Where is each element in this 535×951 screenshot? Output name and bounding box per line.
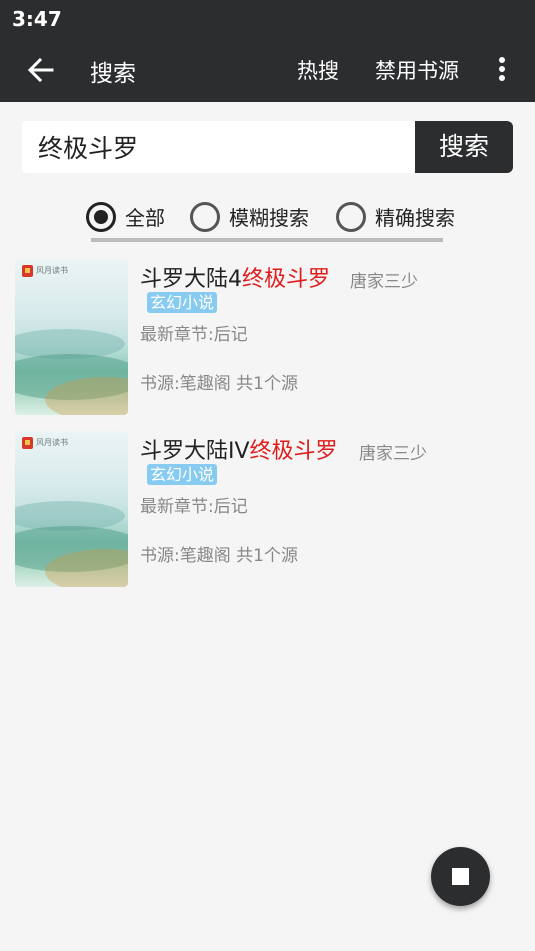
book-cover: 风月读书 bbox=[15, 259, 128, 415]
status-bar: 3:47 bbox=[0, 0, 535, 38]
search-button[interactable]: 搜索 bbox=[415, 121, 513, 173]
cover-brand: 风月读书 bbox=[36, 266, 68, 275]
category-tag: 玄幻小说 bbox=[147, 464, 218, 485]
radio-unchecked-icon bbox=[336, 202, 366, 232]
book-cover: 风月读书 bbox=[15, 431, 128, 587]
divider bbox=[91, 238, 443, 242]
search-input[interactable] bbox=[22, 121, 415, 173]
disabled-sources-button[interactable]: 禁用书源 bbox=[375, 55, 459, 85]
brand-logo-icon bbox=[22, 265, 33, 277]
brand-logo-icon bbox=[22, 437, 33, 449]
stop-search-button[interactable] bbox=[431, 847, 490, 906]
radio-all-label: 全部 bbox=[125, 206, 165, 230]
title-keyword: 终极斗罗 bbox=[249, 439, 338, 464]
arrow-left-icon[interactable] bbox=[26, 56, 56, 84]
radio-exact-label: 精确搜索 bbox=[375, 206, 455, 230]
book-title: 斗罗大陆IV终极斗罗 bbox=[140, 439, 338, 464]
status-time: 3:47 bbox=[12, 7, 62, 31]
radio-unchecked-icon bbox=[190, 202, 220, 232]
page-title: 搜索 bbox=[90, 61, 136, 87]
cover-brand: 风月读书 bbox=[36, 438, 68, 447]
stop-icon bbox=[452, 868, 469, 885]
search-bar: 搜索 bbox=[22, 121, 513, 173]
book-author: 唐家三少 bbox=[350, 272, 418, 292]
more-vert-icon[interactable] bbox=[490, 54, 514, 84]
book-author: 唐家三少 bbox=[359, 444, 427, 464]
book-source: 书源:笔趣阁 共1个源 bbox=[140, 374, 298, 394]
book-source: 书源:笔趣阁 共1个源 bbox=[140, 546, 298, 566]
list-item[interactable]: 风月读书 斗罗大陆4终极斗罗 唐家三少 玄幻小说 最新章节:后记 书源:笔趣阁 … bbox=[0, 259, 535, 419]
hot-search-button[interactable]: 热搜 bbox=[297, 55, 339, 85]
book-title: 斗罗大陆4终极斗罗 bbox=[140, 267, 331, 292]
latest-chapter: 最新章节:后记 bbox=[140, 325, 248, 345]
list-item[interactable]: 风月读书 斗罗大陆IV终极斗罗 唐家三少 玄幻小说 最新章节:后记 书源:笔趣阁… bbox=[0, 431, 535, 591]
title-keyword: 终极斗罗 bbox=[242, 267, 331, 292]
category-tag: 玄幻小说 bbox=[147, 292, 218, 313]
app-toolbar: 搜索 热搜 禁用书源 bbox=[0, 38, 535, 102]
radio-fuzzy-label: 模糊搜索 bbox=[229, 206, 309, 230]
latest-chapter: 最新章节:后记 bbox=[140, 497, 248, 517]
